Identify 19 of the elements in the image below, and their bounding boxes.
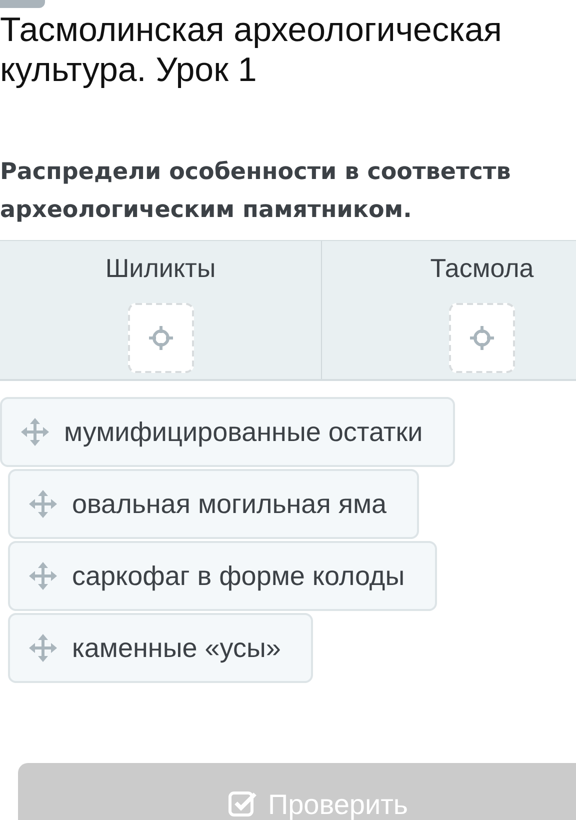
column-heading: Шиликты bbox=[105, 252, 216, 285]
column-heading: Тасмола bbox=[430, 252, 534, 285]
instruction-line: Распредели особенности в соответств bbox=[0, 158, 512, 187]
tab-edge bbox=[0, 0, 45, 8]
draggable-answer[interactable]: саркофаг в форме колоды bbox=[8, 541, 437, 611]
drop-zone[interactable] bbox=[128, 303, 194, 373]
drop-zone[interactable] bbox=[449, 303, 515, 373]
move-icon bbox=[28, 633, 58, 663]
checkbox-icon bbox=[228, 789, 258, 819]
instruction-line: археологическим памятником. bbox=[0, 196, 413, 225]
draggable-answer[interactable]: мумифицированные остатки bbox=[0, 397, 455, 467]
draggable-answer[interactable]: овальная могильная яма bbox=[8, 469, 419, 539]
move-icon bbox=[28, 489, 58, 519]
target-icon bbox=[469, 325, 495, 351]
draggable-answer[interactable]: каменные «усы» bbox=[8, 613, 313, 683]
move-icon bbox=[28, 561, 58, 591]
move-icon bbox=[20, 417, 50, 447]
target-icon bbox=[148, 325, 174, 351]
lesson-title: Тасмолинская археологическая культура. Урок 1 bbox=[0, 10, 503, 90]
